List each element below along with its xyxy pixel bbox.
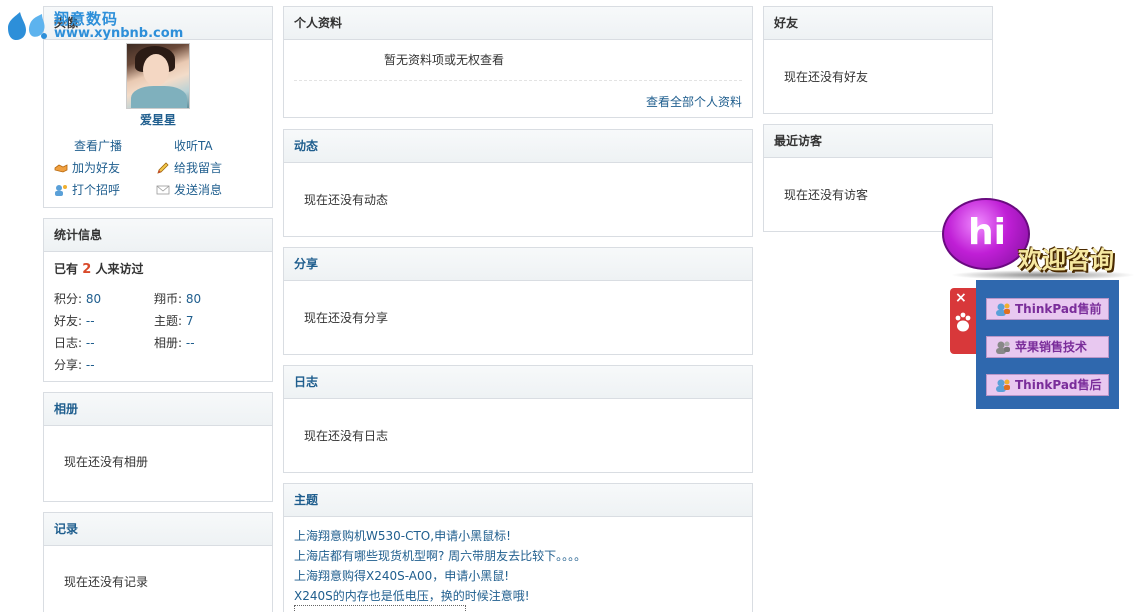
- profile-panel-title: 个人资料: [284, 7, 752, 40]
- qq-user-icon: [996, 341, 1010, 354]
- avatar[interactable]: [126, 43, 190, 109]
- stat-blogs[interactable]: 日志: --: [54, 334, 95, 351]
- stat-albums[interactable]: 相册: --: [154, 334, 195, 351]
- stats-panel: 统计信息 已有 2 人来访过 积分: 80 翔币: 80 好友: -- 主题: …: [43, 218, 273, 382]
- album-panel: 相册 现在还没有相册: [43, 392, 273, 502]
- wave-user-icon: [55, 185, 67, 196]
- hi-bubble-icon[interactable]: hi: [942, 198, 1030, 270]
- topics-panel-title[interactable]: 主题: [284, 484, 752, 517]
- album-empty-text: 现在还没有相册: [64, 455, 149, 469]
- blog-empty-text: 现在还没有日志: [304, 429, 389, 443]
- blog-panel-title[interactable]: 日志: [284, 366, 752, 399]
- site-logo[interactable]: 翔意数码 www.xynbnb.com: [4, 6, 183, 46]
- username-link[interactable]: 爱星星: [44, 111, 272, 128]
- leave-message-link[interactable]: 给我留言: [156, 159, 222, 176]
- support-thinkpad-presales[interactable]: ThinkPad售前: [986, 298, 1109, 320]
- topics-panel: 主题 上海翔意购机W530-CTO,申请小黑鼠标! 上海店都有哪些现货机型啊? …: [283, 483, 753, 612]
- stat-topics[interactable]: 主题: 7: [154, 312, 194, 329]
- topic-link[interactable]: 上海翔意购得X240S-A00，申请小黑鼠!: [294, 567, 509, 584]
- pencil-icon: [157, 162, 169, 174]
- profile-panel: 个人资料 暂无资料项或无权查看 查看全部个人资料: [283, 6, 753, 118]
- support-item-label: ThinkPad售前: [1015, 302, 1102, 316]
- share-panel: 分享 现在还没有分享: [283, 247, 753, 355]
- topic-link[interactable]: X240S的内存也是低电压，换的时候注意哦!: [294, 587, 530, 604]
- send-message-label: 发送消息: [174, 183, 223, 197]
- topic-link[interactable]: 上海翔意购机W530-CTO,申请小黑鼠标!: [294, 527, 511, 544]
- chat-collapse-tab[interactable]: ×: [950, 288, 976, 354]
- record-panel-title[interactable]: 记录: [44, 513, 272, 546]
- feed-panel-title[interactable]: 动态: [284, 130, 752, 163]
- leave-message-label: 给我留言: [174, 161, 223, 175]
- view-all-profile-link[interactable]: 查看全部个人资料: [646, 93, 742, 110]
- welcome-consult-text: 欢迎咨询: [1018, 246, 1114, 274]
- envelope-icon: [156, 185, 170, 195]
- support-apple-sales[interactable]: 苹果销售技术: [986, 336, 1109, 358]
- support-item-label: 苹果销售技术: [1015, 340, 1088, 354]
- visited-count: 已有 2 人来访过: [54, 262, 144, 277]
- hi-text: hi: [968, 212, 1006, 253]
- support-list: ThinkPad售前 苹果销售技术 ThinkPad售后: [976, 280, 1119, 409]
- view-broadcast-link[interactable]: 查看广播: [74, 137, 122, 154]
- stat-coins: 翔币: 80: [154, 292, 202, 306]
- stat-points: 积分: 80: [54, 292, 102, 306]
- qq-user-icon: [996, 303, 1010, 316]
- greet-link[interactable]: 打个招呼: [54, 181, 120, 198]
- feed-panel: 动态 现在还没有动态: [283, 129, 753, 237]
- support-item-label: ThinkPad售后: [1015, 378, 1102, 392]
- logo-en-text: www.xynbnb.com: [54, 26, 184, 41]
- profile-empty-text: 暂无资料项或无权查看: [384, 53, 505, 67]
- friends-empty-text: 现在还没有好友: [784, 70, 869, 84]
- add-friend-link[interactable]: 加为好友: [54, 159, 120, 176]
- topic-link[interactable]: 上海店都有哪些现货机型啊? 周六带朋友去比较下。。。。: [294, 547, 586, 564]
- follow-link[interactable]: 收听TA: [174, 137, 213, 154]
- album-panel-title[interactable]: 相册: [44, 393, 272, 426]
- add-friend-label: 加为好友: [72, 161, 121, 175]
- support-thinkpad-aftersales[interactable]: ThinkPad售后: [986, 374, 1109, 396]
- share-empty-text: 现在还没有分享: [304, 311, 389, 325]
- blog-panel: 日志 现在还没有日志: [283, 365, 753, 473]
- stat-shares[interactable]: 分享: --: [54, 356, 95, 373]
- feed-empty-text: 现在还没有动态: [304, 193, 389, 207]
- close-icon[interactable]: ×: [955, 290, 967, 306]
- water-drop-logo-icon: [8, 12, 47, 40]
- chat-widget: hi 欢迎咨询 × ThinkPad售前 苹果销售技术 ThinkPad售后: [940, 196, 1140, 416]
- friends-panel-title: 好友: [764, 7, 992, 40]
- send-message-link[interactable]: 发送消息: [156, 181, 222, 198]
- visitors-empty-text: 现在还没有访客: [784, 188, 869, 202]
- profile-divider: [294, 80, 742, 81]
- visitors-panel-title: 最近访客: [764, 125, 992, 158]
- stat-friends[interactable]: 好友: --: [54, 312, 95, 329]
- qq-user-icon: [996, 379, 1010, 392]
- friends-panel: 好友 现在还没有好友: [763, 6, 993, 114]
- record-empty-text: 现在还没有记录: [64, 575, 149, 589]
- share-panel-title[interactable]: 分享: [284, 248, 752, 281]
- handshake-icon: [54, 164, 68, 173]
- stats-panel-title: 统计信息: [44, 219, 272, 252]
- baidu-paw-icon: [955, 312, 971, 332]
- topic-link-partial[interactable]: [294, 605, 466, 612]
- greet-label: 打个招呼: [72, 183, 121, 197]
- record-panel: 记录 现在还没有记录: [43, 512, 273, 612]
